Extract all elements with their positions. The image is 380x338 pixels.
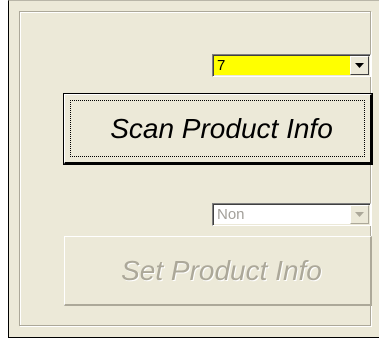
mode-select-value: Non xyxy=(214,205,350,224)
scan-product-info-button[interactable]: Scan Product Info xyxy=(63,93,373,165)
quantity-select-dropdown-button[interactable] xyxy=(350,56,369,75)
set-product-info-label: Set Product Info xyxy=(121,254,322,286)
chevron-down-icon xyxy=(355,63,364,68)
mode-select-dropdown-button[interactable] xyxy=(350,205,369,224)
chevron-down-icon xyxy=(355,212,364,217)
quantity-select[interactable]: 7 xyxy=(212,54,371,77)
set-product-info-button[interactable]: Set Product Info xyxy=(64,236,372,306)
mode-select[interactable]: Non xyxy=(212,203,371,226)
scan-product-info-label: Scan Product Info xyxy=(110,112,333,144)
quantity-select-value: 7 xyxy=(214,56,350,75)
product-panel: 7 Scan Product Info Non Set Product Info xyxy=(8,0,379,338)
